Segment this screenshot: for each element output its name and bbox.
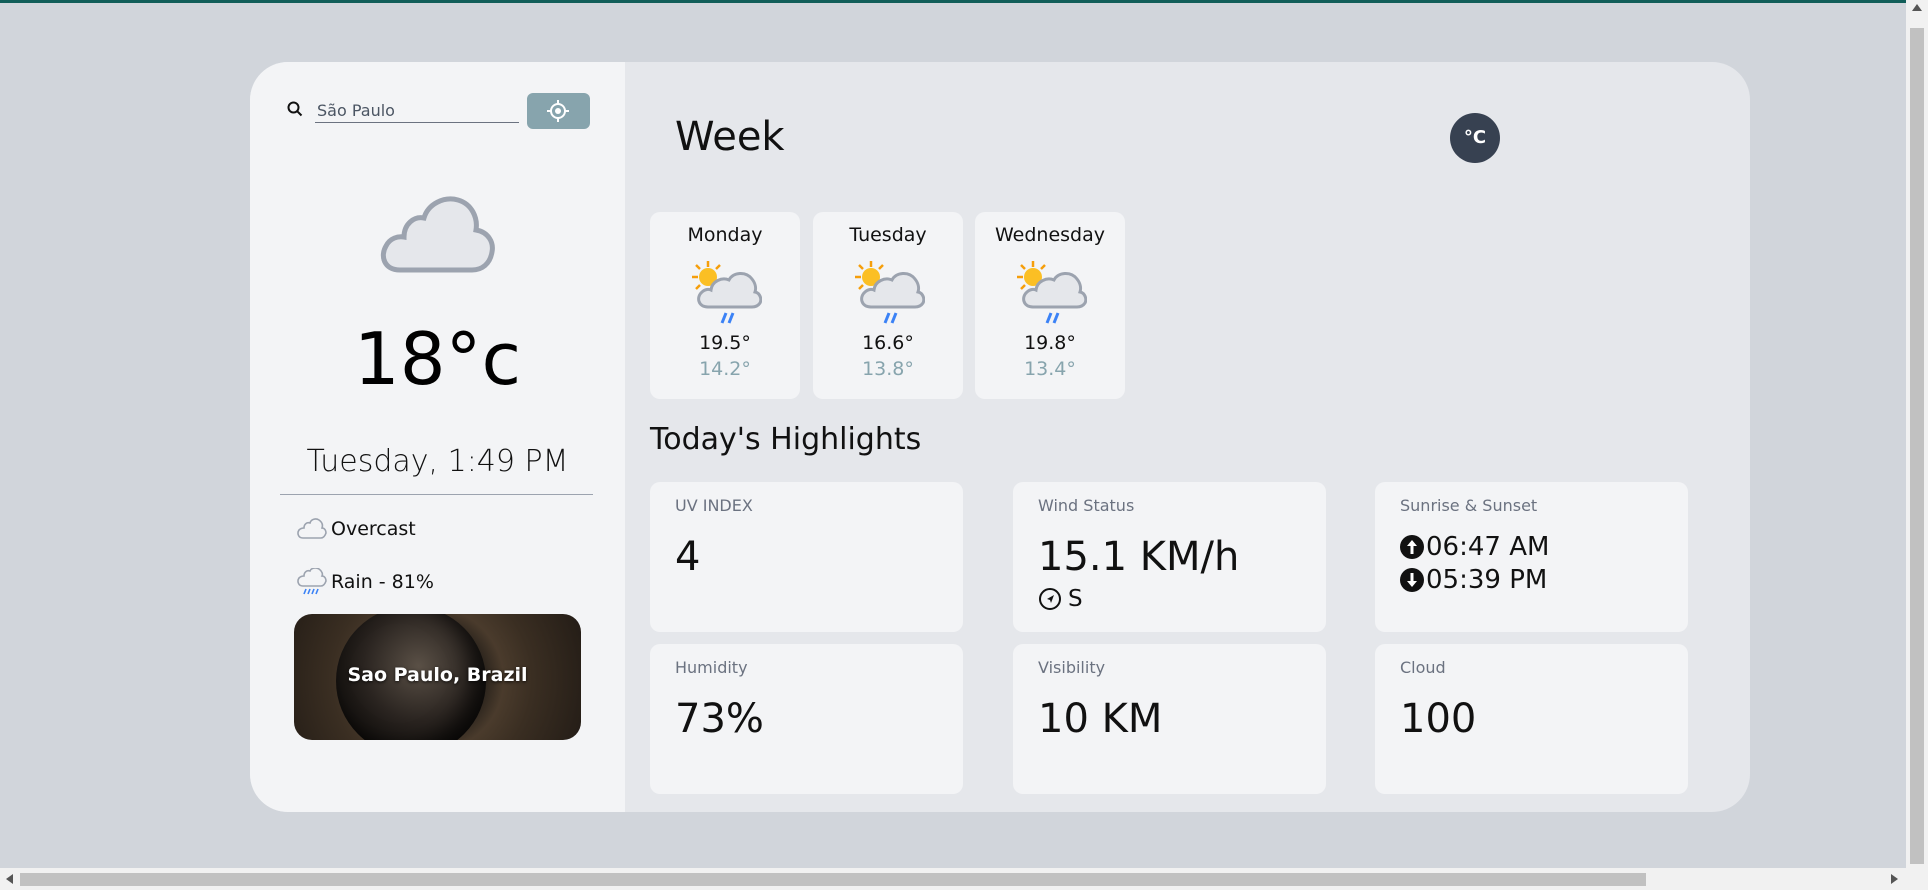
forecast-day-card: Tuesday 16.6° 13.8° [813, 212, 963, 399]
wind-direction-label: S [1068, 586, 1083, 612]
scroll-right-icon[interactable] [1891, 874, 1898, 884]
rain-cloud-icon [297, 568, 327, 595]
forecast-day-card: Monday 19.5° 14.2° [650, 212, 800, 399]
forecast-day-name: Tuesday [849, 224, 927, 246]
city-name: Sao Paulo, Brazil [347, 664, 528, 686]
wind-direction: S [1038, 586, 1083, 612]
cloud-value: 100 [1400, 696, 1477, 742]
scroll-up-icon[interactable] [1912, 4, 1922, 11]
uv-index-label: UV INDEX [675, 496, 753, 515]
vertical-scrollbar[interactable] [1906, 0, 1928, 868]
sunset-row: 05:39 PM [1400, 565, 1547, 595]
search-icon [287, 101, 303, 121]
uv-index-card: UV INDEX 4 [650, 482, 963, 632]
forecast-high: 16.6° [862, 332, 914, 354]
city-card: Sao Paulo, Brazil [294, 614, 581, 740]
sunrise-sunset-label: Sunrise & Sunset [1400, 496, 1538, 515]
humidity-card: Humidity 73% [650, 644, 963, 794]
forecast-day-name: Monday [687, 224, 763, 246]
current-location-button[interactable] [527, 93, 590, 129]
search-input[interactable] [315, 98, 519, 123]
forecast-high: 19.8° [1024, 332, 1076, 354]
forecast-day-card: Wednesday 19.8° 13.4° [975, 212, 1125, 399]
horizontal-scrollbar[interactable] [0, 868, 1928, 890]
horizontal-scroll-thumb[interactable] [20, 873, 1646, 886]
sunrise-row: 06:47 AM [1400, 532, 1549, 562]
vertical-scroll-thumb[interactable] [1910, 28, 1924, 864]
sidebar: 18°c Tuesday, 1:49 PM Overcast Rain - 81… [250, 62, 625, 812]
wind-speed-value: 15.1 KM/h [1038, 534, 1240, 580]
weather-app-card: 18°c Tuesday, 1:49 PM Overcast Rain - 81… [250, 62, 1750, 812]
arrow-up-circle-icon [1400, 535, 1424, 559]
cloud-label: Cloud [1400, 658, 1446, 677]
scroll-left-icon[interactable] [6, 874, 13, 884]
sunrise-sunset-card: Sunrise & Sunset 06:47 AM 05:39 PM [1375, 482, 1688, 632]
rain-row: Rain - 81% [297, 568, 434, 595]
forecast-high: 19.5° [699, 332, 751, 354]
current-temperature: 18°c [353, 317, 522, 401]
forecast-low: 13.8° [862, 358, 914, 380]
condition-label: Overcast [331, 518, 416, 540]
sun-cloud-rain-icon [1017, 261, 1087, 324]
window-top-border [0, 0, 1928, 3]
sun-cloud-rain-icon [855, 261, 925, 324]
highlights-title: Today's Highlights [650, 422, 922, 457]
forecast-day-name: Wednesday [994, 224, 1105, 246]
uv-index-value: 4 [675, 534, 701, 580]
cloud-icon [297, 518, 327, 539]
visibility-label: Visibility [1038, 658, 1106, 677]
cloud-card: Cloud 100 [1375, 644, 1688, 794]
rain-label: Rain - 81% [331, 571, 434, 593]
overcast-cloud-icon [380, 196, 495, 273]
visibility-card: Visibility 10 KM [1013, 644, 1326, 794]
divider [280, 494, 593, 495]
humidity-label: Humidity [675, 658, 748, 677]
current-datetime: Tuesday, 1:49 PM [306, 444, 569, 479]
forecast-low: 14.2° [699, 358, 751, 380]
humidity-value: 73% [675, 696, 764, 742]
forecast-low: 13.4° [1024, 358, 1076, 380]
week-title: Week [675, 114, 785, 160]
arrow-down-circle-icon [1400, 568, 1424, 592]
compass-icon [1039, 588, 1061, 610]
sunset-time: 05:39 PM [1426, 565, 1548, 595]
sun-cloud-rain-icon [692, 261, 762, 324]
wind-status-card: Wind Status 15.1 KM/h S [1013, 482, 1326, 632]
celsius-toggle-button[interactable]: °C [1450, 113, 1500, 163]
visibility-value: 10 KM [1038, 696, 1163, 742]
crosshair-icon [547, 100, 569, 122]
sunrise-time: 06:47 AM [1426, 532, 1550, 562]
wind-status-label: Wind Status [1038, 496, 1135, 515]
condition-row: Overcast [297, 516, 416, 542]
